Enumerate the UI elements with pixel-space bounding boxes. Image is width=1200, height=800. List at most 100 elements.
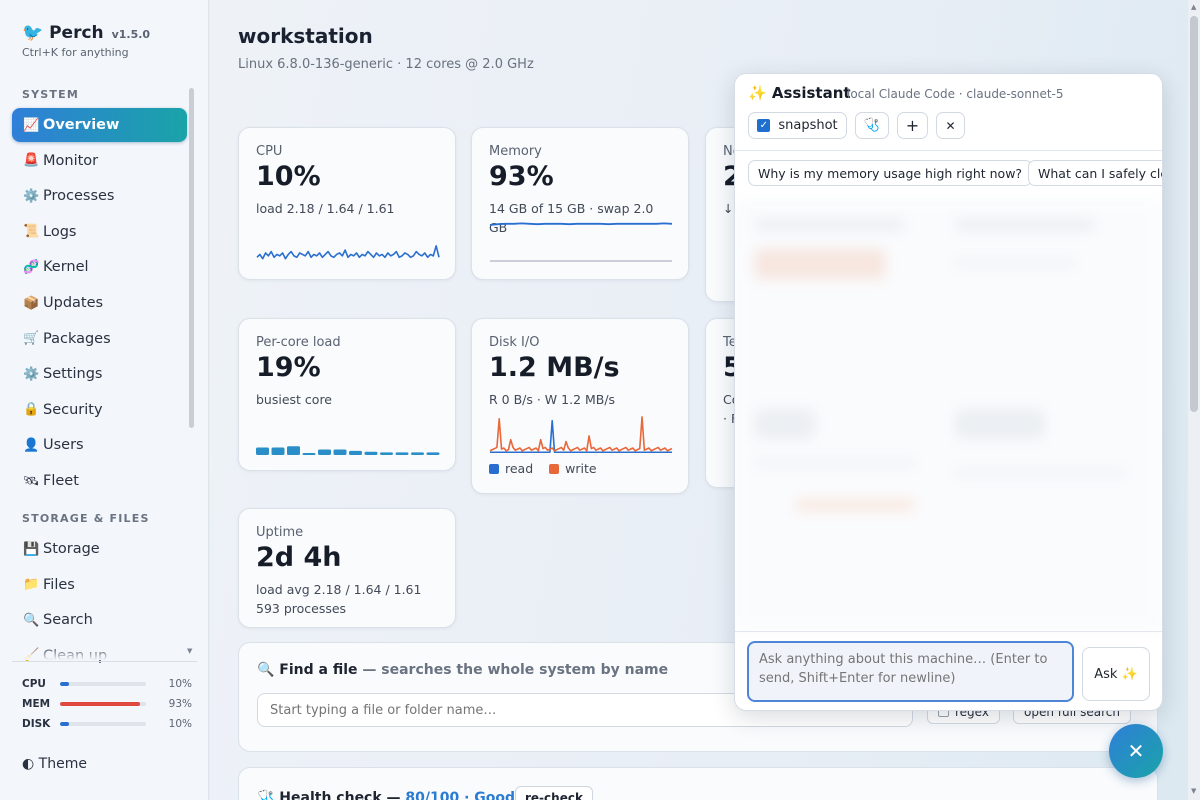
disk-io-detail: R 0 B/s · W 1.2 MB/s: [489, 392, 616, 407]
meter-label: CPU: [22, 678, 46, 690]
card-title: Per-core load: [256, 335, 341, 350]
meter-track: [60, 682, 146, 686]
scrollbar-thumb[interactable]: [1190, 16, 1198, 412]
sidebar-item-label: Packages: [43, 330, 111, 347]
cpu-value: 10%: [256, 161, 321, 192]
write-swatch: [549, 463, 560, 474]
section-heading-system: SYSTEM: [22, 88, 79, 101]
ask-button[interactable]: Ask ✨: [1082, 647, 1150, 701]
snapshot-label: snapshot: [778, 118, 838, 133]
sidebar-item-label: Kernel: [43, 259, 89, 276]
read-swatch: [489, 463, 499, 474]
sidebar-item-logs[interactable]: 📜 Logs: [12, 215, 187, 249]
processes-icon: ⚙️: [23, 188, 40, 204]
sidebar-scrollbar[interactable]: [189, 88, 194, 428]
sidebar-item-settings[interactable]: ⚙️ Settings: [12, 357, 187, 391]
sidebar-item-files[interactable]: 📁 Files: [12, 568, 187, 602]
cpu-series-line: [256, 245, 440, 260]
sidebar-item-label: Users: [43, 437, 84, 454]
per-core-card[interactable]: Per-core load 19% busiest core: [238, 318, 456, 471]
health-check-title: 🩺 Health check — 80/100 · Good: [257, 790, 515, 800]
suggestion-chip[interactable]: What can I safely clean up?: [1028, 160, 1162, 186]
users-icon: 👤: [23, 437, 40, 453]
packages-icon: 🛒: [23, 331, 40, 347]
sidebar-item-packages[interactable]: 🛒 Packages: [12, 322, 187, 356]
close-assistant-fab[interactable]: ✕: [1109, 724, 1163, 778]
sidebar-item-label: Updates: [43, 295, 104, 311]
sidebar-item-monitor[interactable]: 🚨 Monitor: [12, 144, 187, 178]
health-check-panel: 🩺 Health check — 80/100 · Good re-check: [238, 767, 1158, 800]
card-title: Disk I/O: [489, 335, 540, 350]
sidebar-item-search[interactable]: 🔍 Search: [12, 603, 187, 637]
app-name: Perch: [49, 23, 104, 43]
sidebar-item-updates[interactable]: 📦 Updates: [12, 286, 187, 320]
core-bar: [426, 452, 440, 455]
per-core-bars: [256, 446, 440, 455]
suggestion-chip[interactable]: Why is my memory usage high right now?: [748, 160, 1033, 186]
find-file-title-bold: 🔍 Find a file: [257, 662, 358, 678]
divider: [735, 631, 1162, 632]
sidebar-item-overview[interactable]: 📈 Overview: [12, 108, 187, 142]
sidebar-item-label: Files: [43, 576, 75, 593]
disk-io-card[interactable]: Disk I/O 1.2 MB/s R 0 B/s · W 1.2 MB/s r…: [471, 318, 689, 494]
uptime-card[interactable]: Uptime 2d 4h load avg 2.18 / 1.64 / 1.61…: [238, 508, 456, 628]
meter-fill: [60, 702, 140, 706]
sidebar-item-security[interactable]: 🔒 Security: [12, 393, 187, 427]
scroll-up-arrow-icon[interactable]: ▲: [1191, 3, 1196, 11]
sidebar-item-label: Security: [43, 401, 103, 418]
page-scrollbar[interactable]: ▲ ▼: [1188, 0, 1200, 800]
kernel-icon: 🧬: [23, 259, 40, 275]
core-bar: [349, 450, 362, 455]
process-count: 593 processes: [256, 601, 347, 616]
storage-icon: 💾: [23, 541, 40, 557]
bird-icon: 🐦: [22, 23, 44, 43]
theme-toggle[interactable]: ◐ Theme: [22, 756, 87, 772]
chat-area: [735, 199, 1162, 631]
memory-sparkline: [489, 222, 673, 262]
sidebar-item-storage[interactable]: 💾 Storage: [12, 532, 187, 566]
new-chat-button[interactable]: +: [897, 112, 928, 139]
per-core-detail: busiest core: [256, 392, 332, 407]
assistant-input[interactable]: [747, 641, 1074, 702]
sidebar-item-kernel[interactable]: 🧬 Kernel: [12, 250, 187, 284]
cpu-sparkline: [256, 245, 440, 260]
disk-io-value: 1.2 MB/s: [489, 352, 620, 383]
stethoscope-icon: 🩺: [863, 118, 881, 133]
sidebar-item-processes[interactable]: ⚙️ Processes: [12, 179, 187, 213]
sidebar-item-fleet[interactable]: 🛰 Fleet: [12, 464, 187, 498]
sidebar-item-label: Search: [43, 612, 93, 629]
legend-read: read: [505, 461, 534, 476]
security-icon: 🔒: [23, 402, 40, 418]
meter-value: 93%: [168, 698, 192, 710]
disk-legend: read write: [489, 461, 597, 476]
sidebar-item-users[interactable]: 👤 Users: [12, 428, 187, 462]
meter-track: [60, 722, 146, 726]
health-check-button[interactable]: 🩺: [855, 112, 889, 139]
snapshot-toggle[interactable]: ✓ snapshot: [748, 112, 847, 139]
sidebar-item-label: Settings: [43, 366, 103, 383]
core-bar: [302, 453, 316, 455]
cpu-card[interactable]: CPU 10% load 2.18 / 1.64 / 1.61: [238, 127, 456, 280]
meter-fill: [60, 722, 69, 726]
meter-label: MEM: [22, 698, 51, 710]
app-version: v1.5.0: [111, 28, 151, 41]
nav-fade: [0, 646, 196, 660]
memory-card[interactable]: Memory 93% 14 GB of 15 GB · swap 2.0 GB: [471, 127, 689, 280]
core-bar: [256, 447, 269, 455]
scroll-down-arrow-icon[interactable]: ▼: [1191, 787, 1196, 795]
overview-icon: 📈: [23, 117, 40, 133]
close-assistant-button[interactable]: ✕: [936, 112, 965, 139]
meter-value: 10%: [168, 718, 192, 730]
recheck-button[interactable]: re-check: [515, 786, 593, 800]
page-title: workstation: [238, 24, 373, 48]
uptime-value: 2d 4h: [256, 542, 342, 573]
scroll-down-arrow-icon[interactable]: ▼: [187, 647, 192, 655]
monitor-icon: 🚨: [23, 153, 40, 169]
meter-track: [60, 702, 146, 706]
fleet-icon: 🛰: [23, 473, 40, 489]
files-icon: 📁: [23, 577, 40, 593]
mem-meter: MEM 93%: [22, 697, 192, 711]
divider: [12, 661, 197, 662]
divider: [735, 150, 1162, 151]
find-file-title: 🔍 Find a file — searches the whole syste…: [257, 662, 668, 678]
